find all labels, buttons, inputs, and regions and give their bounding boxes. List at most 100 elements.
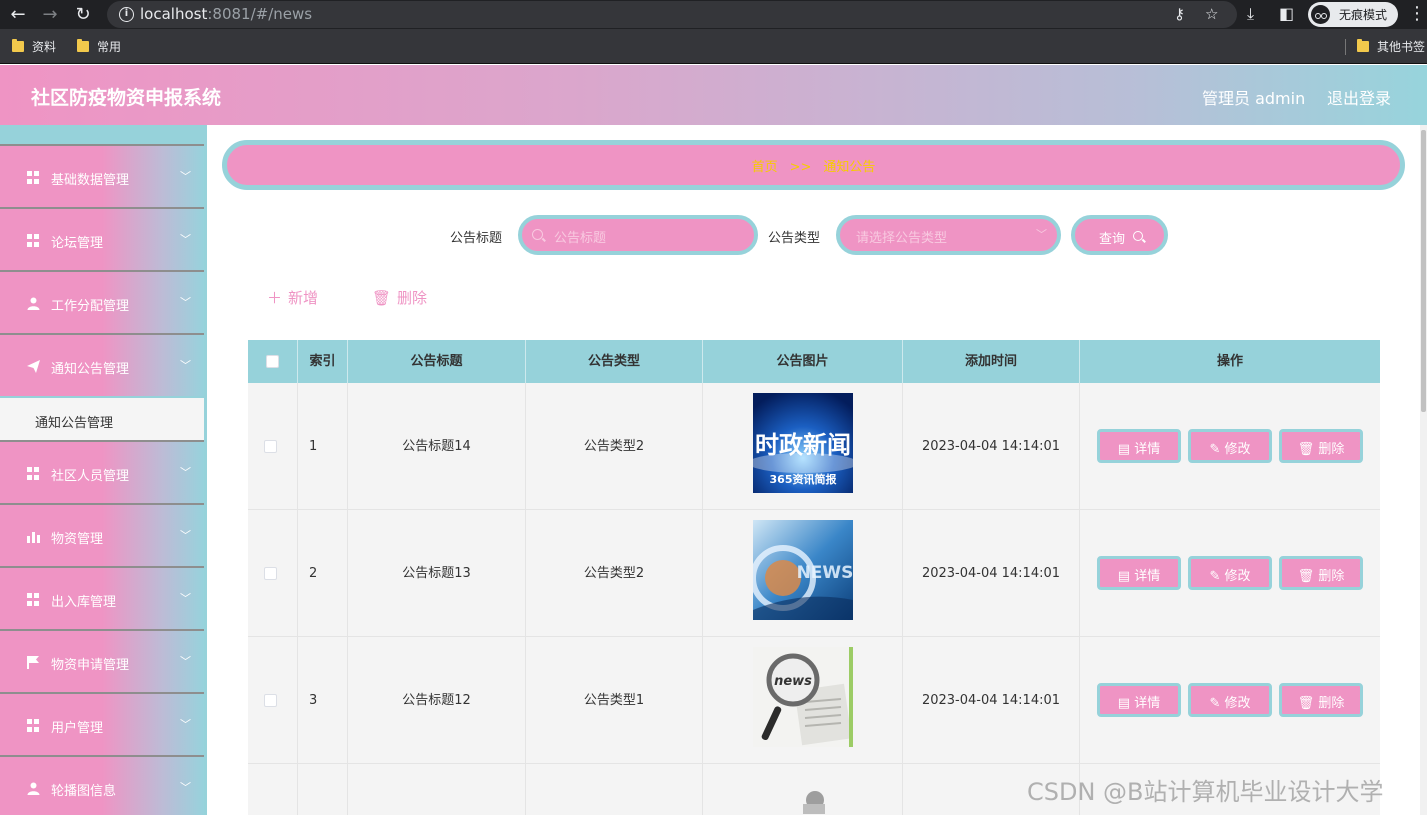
- row-type: 公告类型1: [526, 637, 703, 764]
- breadcrumb-current: 通知公告: [823, 160, 876, 175]
- breadcrumb-separator: >>: [789, 160, 812, 175]
- submenu-item-notice-management[interactable]: 通知公告管理: [0, 398, 204, 442]
- row-checkbox[interactable]: [264, 567, 277, 580]
- row-title: 公告标题13: [348, 510, 526, 637]
- edit-button[interactable]: ✎ 修改: [1188, 429, 1272, 463]
- sidebar-item-inventory[interactable]: 出入库管理 ﹀: [0, 566, 204, 629]
- sidebar-item-label: 物资申请管理: [51, 658, 130, 673]
- sidebar-item-work-assignment[interactable]: 工作分配管理 ﹀: [0, 270, 204, 333]
- bookmark-folder-other[interactable]: 其他书签: [1357, 38, 1425, 54]
- incognito-badge[interactable]: 无痕模式: [1308, 2, 1398, 27]
- row-index: 3: [298, 637, 348, 764]
- bookmark-star-icon[interactable]: ☆: [1205, 5, 1218, 23]
- url-text[interactable]: localhost:8081/#/news: [140, 5, 312, 23]
- app-title: 社区防疫物资申报系统: [31, 87, 222, 109]
- sidebar-item-residents[interactable]: 社区人员管理 ﹀: [0, 440, 204, 503]
- search-icon: [1133, 231, 1143, 241]
- row-index: 2: [298, 510, 348, 637]
- bookmark-folder-resources[interactable]: 资料: [12, 38, 56, 54]
- scrollbar-thumb[interactable]: [1421, 130, 1426, 412]
- sidebar-item-notice[interactable]: 通知公告管理 ﹀: [0, 333, 204, 396]
- trash-icon: 🗑: [1297, 442, 1319, 457]
- row-checkbox[interactable]: [264, 440, 277, 453]
- grid-icon: [27, 467, 40, 480]
- app-header: 社区防疫物资申报系统 管理员 admin 退出登录: [0, 65, 1427, 125]
- row-time: 2023-04-04 14:14:01: [903, 510, 1080, 637]
- browser-menu-icon[interactable]: ⋮: [1408, 3, 1426, 24]
- chevron-down-icon: ﹀: [180, 655, 191, 668]
- sidebar-item-forum[interactable]: 论坛管理 ﹀: [0, 207, 204, 270]
- breadcrumb-home[interactable]: 首页: [752, 160, 778, 175]
- select-all-checkbox[interactable]: [266, 355, 279, 368]
- type-select[interactable]: 请选择公告类型 ﹀: [836, 215, 1061, 255]
- sidebar-item-users[interactable]: 用户管理 ﹀: [0, 692, 204, 755]
- folder-icon: [77, 39, 89, 52]
- batch-delete-label: 删除: [397, 289, 428, 307]
- type-select-placeholder: 请选择公告类型: [856, 231, 948, 246]
- forward-icon[interactable]: →: [38, 3, 62, 27]
- sidebar-item-label: 基础数据管理: [51, 173, 130, 188]
- notice-thumbnail[interactable]: NEWS: [753, 520, 853, 620]
- table-header: 索引 公告标题 公告类型 公告图片 添加时间 操作: [248, 340, 1380, 383]
- grid-icon: [27, 171, 40, 184]
- chevron-down-icon: ﹀: [180, 718, 191, 731]
- row-select-cell: [248, 510, 298, 637]
- send-icon: [27, 360, 40, 373]
- notice-thumbnail[interactable]: news: [753, 647, 853, 747]
- table-row: 3 公告标题12 公告类型1 news 2023-04-04 14:14:01 …: [248, 637, 1380, 764]
- delete-button[interactable]: 🗑 删除: [1279, 429, 1363, 463]
- type-search-label: 公告类型: [768, 231, 821, 246]
- logout-link[interactable]: 退出登录: [1327, 85, 1391, 109]
- row-time: 2023-04-04 14:14:01: [903, 383, 1080, 510]
- row-title: 公告标题12: [348, 637, 526, 764]
- breadcrumb: 首页 >> 通知公告: [222, 140, 1405, 190]
- sidebar-item-supplies[interactable]: 物资管理 ﹀: [0, 503, 204, 566]
- sidebar-item-label: 用户管理: [51, 721, 104, 736]
- key-icon[interactable]: ⚷: [1174, 5, 1185, 23]
- sidebar-item-base-data[interactable]: 基础数据管理 ﹀: [0, 144, 204, 207]
- add-button[interactable]: ＋ 新增: [267, 287, 318, 308]
- detail-button[interactable]: ▤ 详情: [1097, 683, 1181, 717]
- chevron-down-icon: ﹀: [180, 296, 191, 309]
- notice-thumbnail[interactable]: [753, 774, 853, 814]
- sidebar-item-applications[interactable]: 物资申请管理 ﹀: [0, 629, 204, 692]
- browser-toolbar: ← → ↻ i localhost:8081/#/news ⚷ ☆ ⤓ ◧ 无痕…: [0, 0, 1427, 29]
- chevron-down-icon: ﹀: [180, 170, 191, 183]
- title-search-input[interactable]: 公告标题: [518, 215, 758, 255]
- title-search-label: 公告标题: [450, 231, 503, 246]
- row-type: [526, 764, 703, 815]
- download-icon[interactable]: ⤓: [1247, 4, 1254, 24]
- delete-button[interactable]: 🗑 删除: [1279, 556, 1363, 590]
- delete-button[interactable]: 🗑 删除: [1279, 683, 1363, 717]
- row-checkbox[interactable]: [264, 694, 277, 707]
- column-header-image: 公告图片: [703, 340, 903, 383]
- side-panel-icon[interactable]: ◧: [1279, 4, 1294, 24]
- flag-icon: [27, 656, 40, 669]
- row-select-cell: [248, 383, 298, 510]
- query-button[interactable]: 查询: [1071, 215, 1168, 255]
- back-icon[interactable]: ←: [6, 3, 30, 27]
- chevron-down-icon: ﹀: [180, 592, 191, 605]
- column-header-time: 添加时间: [903, 340, 1080, 383]
- sidebar-item-carousel[interactable]: 轮播图信息 ﹀: [0, 755, 204, 815]
- bar-chart-icon: [27, 530, 40, 543]
- reload-icon[interactable]: ↻: [71, 3, 95, 27]
- detail-button[interactable]: ▤ 详情: [1097, 429, 1181, 463]
- document-icon: ▤: [1117, 569, 1135, 584]
- batch-delete-button[interactable]: 🗑 删除: [372, 287, 427, 308]
- incognito-label: 无痕模式: [1339, 8, 1388, 22]
- address-bar[interactable]: i localhost:8081/#/news ⚷ ☆: [107, 1, 1237, 28]
- edit-button[interactable]: ✎ 修改: [1188, 683, 1272, 717]
- sidebar: 基础数据管理 ﹀ 论坛管理 ﹀ 工作分配管理 ﹀ 通知公告管理 ﹀ 通知公告管理…: [0, 125, 207, 815]
- bookmark-folder-common[interactable]: 常用: [77, 38, 121, 54]
- edit-button[interactable]: ✎ 修改: [1188, 556, 1272, 590]
- document-icon: ▤: [1117, 696, 1135, 711]
- detail-button[interactable]: ▤ 详情: [1097, 556, 1181, 590]
- chevron-down-icon: ﹀: [1036, 228, 1047, 241]
- trash-icon: 🗑: [1297, 696, 1319, 711]
- notice-thumbnail[interactable]: 时政新闻 365资讯简报: [753, 393, 853, 493]
- site-info-icon[interactable]: i: [119, 7, 134, 22]
- column-header-actions: 操作: [1216, 354, 1243, 369]
- table-row: 1 公告标题14 公告类型2 时政新闻 365资讯简报 2023-04-04 1…: [248, 383, 1380, 510]
- row-index: [298, 764, 348, 815]
